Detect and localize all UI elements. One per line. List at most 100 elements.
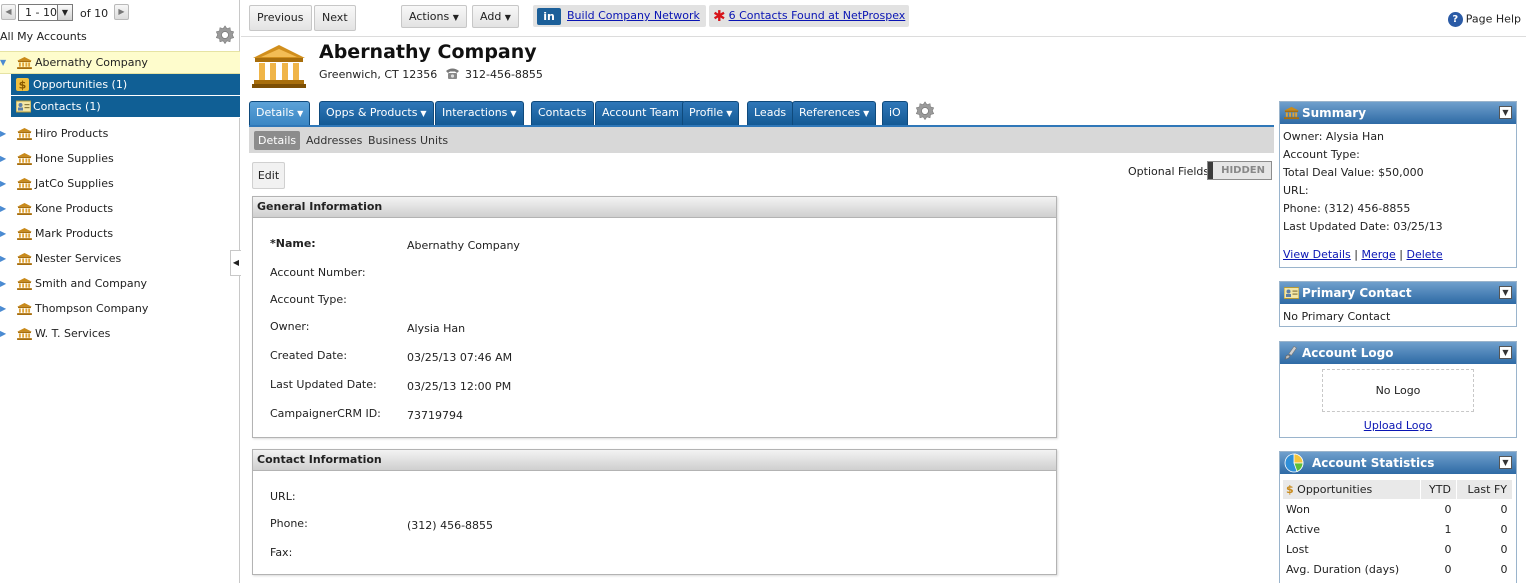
build-company-network-link[interactable]: Build Company Network bbox=[567, 9, 700, 22]
account-phone: 312-456-8855 bbox=[465, 68, 543, 81]
pager-range-value: 1 - 10 bbox=[25, 6, 57, 19]
account-item[interactable]: ▶ Mark Products bbox=[0, 221, 240, 246]
accounts-tree: ▼ Abernathy Company $ Opportunities (1) … bbox=[0, 51, 240, 346]
tab-details[interactable]: Details ▼ bbox=[249, 101, 311, 125]
tab-profile[interactable]: Profile ▼ bbox=[682, 101, 740, 125]
chevron-down-icon: ▼ bbox=[504, 13, 511, 22]
previous-button[interactable]: Previous bbox=[249, 5, 312, 31]
bank-icon bbox=[1284, 106, 1299, 120]
top-toolbar: Previous Next Actions ▼ Add ▼ in Build Co… bbox=[241, 0, 1526, 37]
widget-header: Summary ▼ bbox=[1280, 102, 1516, 124]
pager: ◀ 1 - 10 ▼ of 10 ▶ bbox=[0, 2, 240, 22]
summary-line: Account Type: bbox=[1283, 148, 1360, 161]
account-item[interactable]: ▶ Kone Products bbox=[0, 196, 240, 221]
sub-item-opportunities[interactable]: $ Opportunities (1) bbox=[11, 74, 240, 96]
expand-arrow-icon[interactable]: ▶ bbox=[0, 221, 6, 246]
delete-link[interactable]: Delete bbox=[1407, 248, 1443, 261]
field-value: 73719794 bbox=[407, 409, 463, 422]
expand-arrow-icon[interactable]: ▶ bbox=[0, 321, 6, 346]
primary-contact-widget: Primary Contact ▼ No Primary Contact bbox=[1279, 281, 1517, 327]
last-fy-value: 0 bbox=[1500, 562, 1508, 576]
optional-fields-toggle[interactable]: HIDDEN bbox=[1207, 161, 1272, 180]
add-button[interactable]: Add ▼ bbox=[472, 5, 519, 28]
widget-menu-button[interactable]: ▼ bbox=[1499, 286, 1512, 299]
page-title: Abernathy Company bbox=[319, 41, 537, 63]
account-item[interactable]: ▶ Thompson Company bbox=[0, 296, 240, 321]
subtab-addresses[interactable]: Addresses bbox=[302, 131, 366, 150]
account-item[interactable]: ▶ Nester Services bbox=[0, 246, 240, 271]
row-label: Active bbox=[1286, 522, 1321, 536]
tab-opps-products[interactable]: Opps & Products ▼ bbox=[319, 101, 434, 125]
last-fy-value: 0 bbox=[1500, 542, 1508, 556]
sub-item-label: Opportunities (1) bbox=[33, 78, 128, 91]
table-row: Active 1 0 bbox=[1283, 519, 1513, 539]
expand-arrow-icon[interactable]: ▶ bbox=[0, 296, 6, 321]
tab-interactions[interactable]: Interactions ▼ bbox=[435, 101, 524, 125]
ytd-value: 0 bbox=[1444, 562, 1452, 576]
gear-icon[interactable] bbox=[914, 100, 936, 122]
summary-widget: Summary ▼ Owner: Alysia Han Account Type… bbox=[1279, 101, 1517, 268]
merge-link[interactable]: Merge bbox=[1361, 248, 1395, 261]
tab-io[interactable]: iO bbox=[882, 101, 908, 125]
account-item[interactable]: ▶ Hiro Products bbox=[0, 121, 240, 146]
tab-contacts[interactable]: Contacts bbox=[531, 101, 594, 125]
field-value: 03/25/13 12:00 PM bbox=[407, 380, 512, 393]
pager-prev-button[interactable]: ◀ bbox=[1, 4, 16, 20]
widget-menu-button[interactable]: ▼ bbox=[1499, 106, 1512, 119]
bank-icon bbox=[252, 45, 306, 88]
field-label: Last Updated Date: bbox=[270, 378, 377, 391]
expand-arrow-icon[interactable]: ▶ bbox=[0, 146, 6, 171]
view-details-link[interactable]: View Details bbox=[1283, 248, 1351, 261]
upload-logo-link[interactable]: Upload Logo bbox=[1364, 419, 1432, 432]
pager-range-select[interactable]: 1 - 10 ▼ bbox=[18, 4, 73, 21]
ytd-value: 1 bbox=[1444, 522, 1452, 536]
linkedin-widget: in Build Company Network bbox=[533, 5, 706, 27]
account-item-selected[interactable]: ▼ Abernathy Company bbox=[0, 51, 240, 74]
summary-line: URL: bbox=[1283, 184, 1309, 197]
field-label: Account Type: bbox=[270, 293, 347, 306]
field-label: Created Date: bbox=[270, 349, 348, 362]
field-label: Fax: bbox=[270, 546, 293, 559]
account-item[interactable]: ▶ JatCo Supplies bbox=[0, 171, 240, 196]
subtab-details[interactable]: Details bbox=[254, 131, 301, 150]
tab-account-team[interactable]: Account Team bbox=[595, 101, 686, 125]
actions-button[interactable]: Actions ▼ bbox=[401, 5, 467, 28]
subtab-business-units[interactable]: Business Units bbox=[364, 131, 452, 150]
page-help-link[interactable]: ? Page Help bbox=[1447, 12, 1521, 27]
ytd-value: 0 bbox=[1444, 542, 1452, 556]
all-accounts-label[interactable]: All My Accounts bbox=[0, 30, 87, 43]
expand-arrow-icon[interactable]: ▶ bbox=[0, 121, 6, 146]
widget-menu-button[interactable]: ▼ bbox=[1499, 456, 1512, 469]
bank-icon bbox=[17, 253, 32, 265]
next-button[interactable]: Next bbox=[314, 5, 356, 31]
sub-tab-bar: Details Addresses Business Units bbox=[249, 125, 1274, 153]
expand-arrow-icon[interactable]: ▶ bbox=[0, 171, 6, 196]
gear-icon[interactable] bbox=[214, 24, 236, 46]
account-header: Abernathy Company Greenwich, CT 12356 31… bbox=[241, 38, 1526, 98]
bank-icon bbox=[17, 153, 32, 165]
tab-references[interactable]: References ▼ bbox=[792, 101, 877, 125]
bank-icon bbox=[17, 178, 32, 190]
expand-arrow-icon[interactable]: ▶ bbox=[0, 196, 6, 221]
collapse-sidebar-button[interactable]: ◀ bbox=[230, 250, 241, 276]
expand-arrow-icon[interactable]: ▶ bbox=[0, 246, 6, 271]
expand-arrow-icon[interactable]: ▶ bbox=[0, 271, 6, 296]
widget-menu-button[interactable]: ▼ bbox=[1499, 346, 1512, 359]
account-item[interactable]: ▶ W. T. Services bbox=[0, 321, 240, 346]
brush-icon bbox=[1284, 346, 1297, 360]
account-address: Greenwich, CT 12356 bbox=[319, 68, 438, 81]
pager-next-button[interactable]: ▶ bbox=[114, 4, 129, 20]
summary-line: Last Updated Date: 03/25/13 bbox=[1283, 220, 1443, 233]
help-icon: ? bbox=[1447, 12, 1463, 27]
account-item[interactable]: ▶ Smith and Company bbox=[0, 271, 240, 296]
edit-button[interactable]: Edit bbox=[252, 162, 285, 189]
table-row: Avg. Duration (days) 0 0 bbox=[1283, 559, 1513, 579]
account-item-label: Hone Supplies bbox=[35, 152, 114, 165]
tab-leads[interactable]: Leads bbox=[747, 101, 794, 125]
field-label: URL: bbox=[270, 490, 296, 503]
account-item[interactable]: ▶ Hone Supplies bbox=[0, 146, 240, 171]
expand-arrow-icon[interactable]: ▼ bbox=[0, 52, 6, 73]
sub-item-contacts[interactable]: Contacts (1) bbox=[11, 96, 240, 118]
netprospex-contacts-link[interactable]: 6 Contacts Found at NetProspex bbox=[729, 9, 906, 22]
summary-line: Total Deal Value: $50,000 bbox=[1283, 166, 1424, 179]
